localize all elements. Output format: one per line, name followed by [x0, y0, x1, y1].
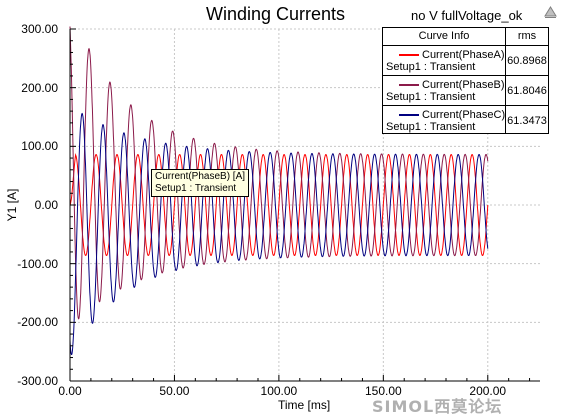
plot-window: Winding Currents no V fullVoltage_ok Y1 …	[0, 0, 561, 418]
legend-header-curve: Curve Info	[418, 30, 470, 42]
legend-swatch	[399, 54, 419, 56]
legend-swatch	[399, 114, 419, 116]
legend-series-setup: Setup1 : Transient	[386, 61, 476, 73]
data-tooltip: Current(PhaseB) [A] Setup1 : Transient	[151, 169, 250, 197]
y-tick-label: 100.00	[21, 139, 58, 154]
legend-row-phase-b[interactable]: Current(PhaseB) Setup1 : Transient 61.80…	[383, 76, 548, 106]
x-tick-label: 50.00	[159, 384, 190, 398]
legend-series-rms: 61.8046	[507, 85, 547, 97]
legend-series-name: Current(PhaseC)	[422, 109, 506, 121]
legend-header: Curve Info rms	[383, 28, 548, 46]
tooltip-line2: Setup1 : Transient	[155, 183, 237, 194]
x-tick-label: 0.00	[58, 384, 82, 398]
y-tick-label: -100.00	[17, 256, 58, 271]
legend-header-rms: rms	[517, 30, 537, 42]
y-tick-label: 0.00	[34, 198, 58, 212]
y-tick-label: -200.00	[17, 315, 58, 330]
legend-series-setup: Setup1 : Transient	[386, 121, 476, 133]
tooltip-line1: Current(PhaseB) [A]	[155, 171, 246, 182]
legend-row-phase-a[interactable]: Current(PhaseA) Setup1 : Transient 60.89…	[383, 46, 548, 76]
legend-row-phase-c[interactable]: Current(PhaseC) Setup1 : Transient 61.34…	[383, 106, 548, 135]
legend-series-rms: 60.8968	[507, 55, 547, 67]
chart-title: Winding Currents	[206, 4, 346, 24]
x-axis-label: Time [ms]	[278, 398, 331, 412]
legend-series-name: Current(PhaseA)	[422, 49, 505, 61]
legend-series-rms: 61.3473	[507, 115, 547, 127]
y-tick-label: 300.00	[21, 22, 58, 36]
y-tick-label: 200.00	[21, 80, 58, 95]
x-tick-label: 100.00	[260, 384, 298, 398]
legend-series-setup: Setup1 : Transient	[386, 91, 476, 103]
legend-swatch	[399, 84, 419, 86]
arrow-up-icon[interactable]	[544, 6, 557, 18]
legend-series-name: Current(PhaseB)	[422, 79, 505, 91]
chart-subtitle: no V fullVoltage_ok	[411, 8, 523, 23]
legend-table[interactable]: Curve Info rms Current(PhaseA) Setup1 : …	[382, 27, 549, 134]
watermark-logo: SIMOL西莫论坛	[372, 397, 503, 416]
